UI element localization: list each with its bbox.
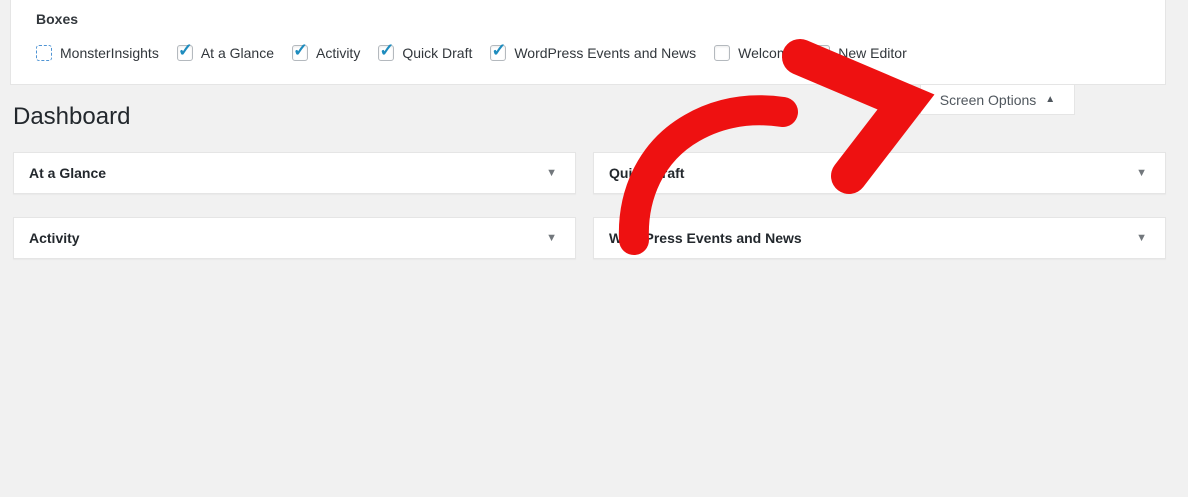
widget-title: At a Glance xyxy=(29,165,106,181)
widget-title: Activity xyxy=(29,230,80,246)
widget-title: Quick Draft xyxy=(609,165,684,181)
checkbox-at-a-glance[interactable]: ✓ At a Glance xyxy=(177,45,274,61)
checkbox-label: Activity xyxy=(316,45,360,61)
page-title: Dashboard xyxy=(13,103,130,131)
checkbox-input[interactable]: ✓ xyxy=(378,45,394,61)
widget-wordpress-events-news[interactable]: WordPress Events and News ▼ xyxy=(593,217,1166,259)
checkbox-input[interactable]: ✓ xyxy=(814,45,830,61)
checkbox-label: Welcome xyxy=(738,45,796,61)
checkbox-input[interactable]: ✓ xyxy=(177,45,193,61)
screen-options-tab-label: Screen Options xyxy=(940,92,1037,108)
checkmark-icon: ✓ xyxy=(379,41,394,59)
checkbox-new-editor[interactable]: ✓ New Editor xyxy=(814,45,906,61)
chevron-down-icon[interactable]: ▼ xyxy=(542,229,561,248)
checkmark-icon: ✓ xyxy=(178,41,193,59)
checkbox-monsterinsights[interactable]: ✓ MonsterInsights xyxy=(36,45,159,61)
widget-at-a-glance[interactable]: At a Glance ▼ xyxy=(13,152,576,194)
widget-title: WordPress Events and News xyxy=(609,230,802,246)
checkbox-input[interactable]: ✓ xyxy=(490,45,506,61)
checkbox-wordpress-events-news[interactable]: ✓ WordPress Events and News xyxy=(490,45,696,61)
screen-options-panel: Boxes ✓ MonsterInsights ✓ At a Glance ✓ … xyxy=(10,0,1166,85)
boxes-legend: Boxes xyxy=(36,11,78,27)
checkbox-activity[interactable]: ✓ Activity xyxy=(292,45,360,61)
checkbox-input[interactable]: ✓ xyxy=(292,45,308,61)
checkbox-label: At a Glance xyxy=(201,45,274,61)
chevron-down-icon[interactable]: ▼ xyxy=(1132,229,1151,248)
widget-activity[interactable]: Activity ▼ xyxy=(13,217,576,259)
checkbox-quick-draft[interactable]: ✓ Quick Draft xyxy=(378,45,472,61)
checkbox-label: Quick Draft xyxy=(402,45,472,61)
chevron-up-icon: ▲ xyxy=(1045,94,1055,105)
checkbox-input[interactable]: ✓ xyxy=(714,45,730,61)
checkmark-icon: ✓ xyxy=(293,41,308,59)
screen-options-tab[interactable]: Screen Options ▲ xyxy=(920,85,1075,115)
checkbox-label: MonsterInsights xyxy=(60,45,159,61)
chevron-down-icon[interactable]: ▼ xyxy=(1132,164,1151,183)
chevron-down-icon[interactable]: ▼ xyxy=(542,164,561,183)
widget-quick-draft[interactable]: Quick Draft ▼ xyxy=(593,152,1166,194)
checkbox-label: New Editor xyxy=(838,45,906,61)
boxes-checkbox-row: ✓ MonsterInsights ✓ At a Glance ✓ Activi… xyxy=(36,45,907,61)
checkbox-label: WordPress Events and News xyxy=(514,45,696,61)
checkmark-icon: ✓ xyxy=(491,41,506,59)
checkbox-input[interactable]: ✓ xyxy=(36,45,52,61)
checkbox-welcome[interactable]: ✓ Welcome xyxy=(714,45,796,61)
